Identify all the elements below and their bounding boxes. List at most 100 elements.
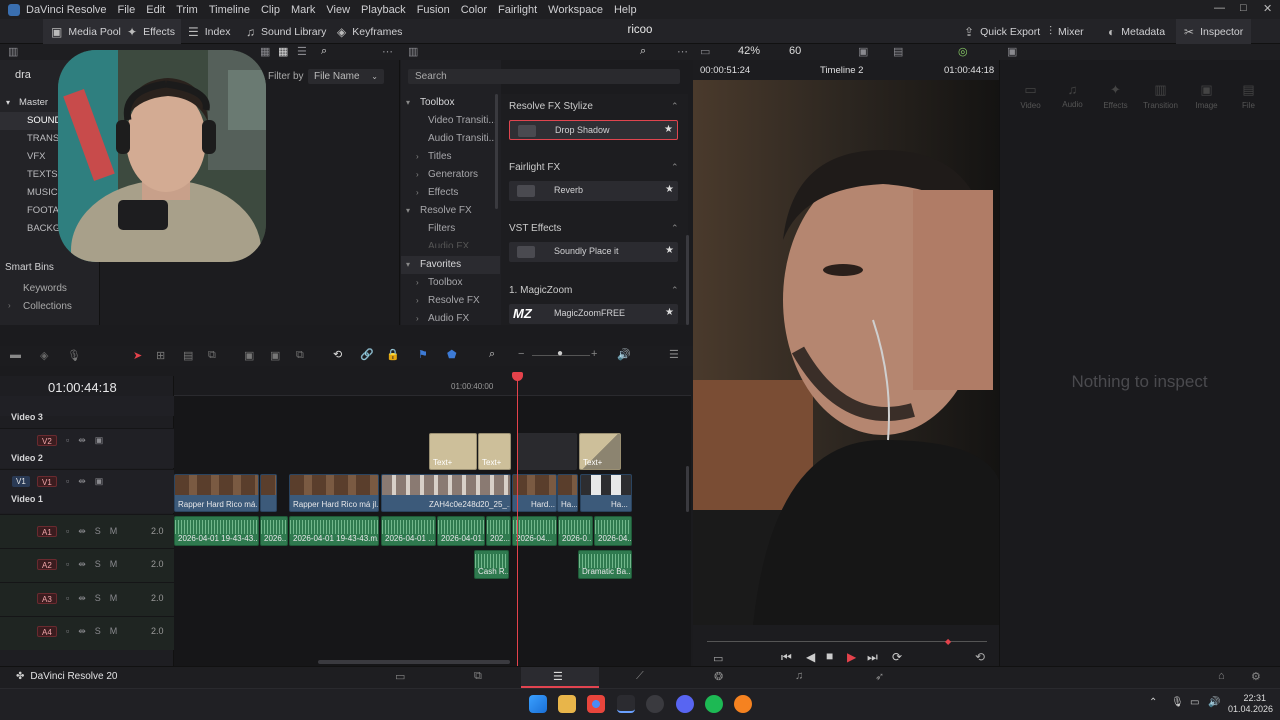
- effect-soundly-place-it[interactable]: Soundly Place it ★: [509, 242, 678, 262]
- thumbnail-view-icon[interactable]: ▦: [260, 45, 270, 58]
- star-icon[interactable]: ★: [664, 124, 673, 135]
- network-icon[interactable]: ▭: [1190, 697, 1199, 708]
- track-controls-v2[interactable]: ▫⇹▣: [66, 435, 112, 446]
- microphone-icon[interactable]: 🎙: [67, 349, 81, 362]
- insert-clip-icon[interactable]: ▣: [244, 349, 254, 362]
- audio-clip[interactable]: Dramatic Ba...: [578, 550, 632, 579]
- flag-icon[interactable]: ⚑: [418, 348, 428, 361]
- transform-icon[interactable]: ▤: [893, 45, 903, 58]
- menu-fusion[interactable]: Fusion: [417, 4, 450, 16]
- timeline-name[interactable]: Timeline 2: [820, 65, 863, 76]
- system-clock[interactable]: 22:31 01.04.2026: [1228, 693, 1273, 715]
- track-controls-a2[interactable]: ▫⇹SM: [66, 559, 126, 570]
- timeline-v-scrollbar[interactable]: [686, 466, 689, 512]
- linked-selection-icon[interactable]: 🔗: [360, 348, 374, 361]
- page-fairlight-icon[interactable]: ♫: [795, 670, 803, 682]
- timeline-view-icon[interactable]: ▬: [10, 349, 21, 361]
- inspector-tab-transition[interactable]: ▥ Transition: [1138, 82, 1183, 110]
- chevron-up-icon[interactable]: ⌃: [671, 101, 679, 112]
- tree-filters[interactable]: Filters: [401, 220, 500, 238]
- track-controls-a1[interactable]: ▫⇹SM: [66, 526, 126, 537]
- page-deliver-icon[interactable]: ➶: [875, 670, 884, 683]
- track-id-a1[interactable]: A1: [37, 526, 57, 537]
- tray-expand-icon[interactable]: ⌃: [1149, 697, 1157, 708]
- audio-clip[interactable]: 2026-04-01 19-43-43.m...: [289, 516, 379, 546]
- inspector-tab-effects[interactable]: ✦ Effects: [1093, 82, 1138, 110]
- loop-icon[interactable]: ⟳: [892, 650, 902, 664]
- star-icon[interactable]: ★: [665, 307, 674, 318]
- inspector-tab-file[interactable]: ▤ File: [1226, 82, 1271, 110]
- chrome-icon[interactable]: [587, 695, 605, 713]
- effect-reverb[interactable]: Reverb ★: [509, 181, 678, 201]
- menu-help[interactable]: Help: [614, 4, 637, 16]
- menu-edit[interactable]: Edit: [146, 4, 165, 16]
- audio-clip[interactable]: 2026-0...: [558, 516, 593, 546]
- menu-workspace[interactable]: Workspace: [548, 4, 603, 16]
- text-clip[interactable]: Text+: [429, 433, 477, 470]
- tree-titles[interactable]: › Titles: [401, 148, 500, 166]
- inspector-layout-icon[interactable]: ▣: [1007, 45, 1017, 58]
- replace-clip-icon[interactable]: ⧉: [296, 349, 304, 362]
- audio-clip[interactable]: 2026-04...: [512, 516, 557, 546]
- page-color-icon[interactable]: ❂: [714, 670, 723, 683]
- menu-timeline[interactable]: Timeline: [209, 4, 250, 16]
- timeline-h-scrollbar[interactable]: [318, 660, 510, 664]
- davinci-resolve-icon[interactable]: [617, 695, 635, 713]
- effects-button[interactable]: ✦ Effects: [121, 19, 181, 44]
- minimize-icon[interactable]: —: [1214, 2, 1225, 14]
- chevron-up-icon[interactable]: ⌃: [671, 223, 679, 234]
- viewer-canvas[interactable]: [693, 80, 999, 625]
- text-clip[interactable]: Text+: [478, 433, 511, 470]
- index-button[interactable]: ☰ Index: [188, 19, 230, 44]
- stop-icon[interactable]: ■: [826, 649, 833, 663]
- zoom-level[interactable]: 42%: [738, 45, 760, 57]
- windows-start-icon[interactable]: [529, 695, 547, 713]
- selection-tool-icon[interactable]: ➤: [133, 349, 142, 362]
- audio-clip[interactable]: 2026-04-01 19-43-43...: [174, 516, 259, 546]
- discord-icon[interactable]: [676, 695, 694, 713]
- star-icon[interactable]: ★: [665, 245, 674, 256]
- spotify-icon[interactable]: [705, 695, 723, 713]
- smart-bin-keywords[interactable]: Keywords: [23, 283, 67, 294]
- effects-panel-toggle-icon[interactable]: ▥: [408, 45, 418, 58]
- menu-mark[interactable]: Mark: [291, 4, 315, 16]
- effects-search-input[interactable]: Search: [408, 69, 680, 84]
- maximize-icon[interactable]: □: [1240, 2, 1247, 14]
- track-controls-a4[interactable]: ▫⇹SM: [66, 626, 126, 637]
- audio-clip[interactable]: 202...: [486, 516, 511, 546]
- menu-file[interactable]: File: [118, 4, 136, 16]
- file-explorer-icon[interactable]: [558, 695, 576, 713]
- chevron-up-icon[interactable]: ⌃: [671, 285, 679, 296]
- track-id-a2[interactable]: A2: [37, 559, 57, 570]
- quick-export-button[interactable]: ⇪ Quick Export: [964, 19, 1040, 44]
- page-fusion-icon[interactable]: ⟋: [636, 670, 644, 683]
- fav-resolve-fx[interactable]: › Resolve FX: [401, 292, 500, 310]
- tree-audio-transitions[interactable]: Audio Transiti...: [401, 130, 500, 148]
- pool-search-icon[interactable]: ⌕: [321, 45, 327, 58]
- menu-trim[interactable]: Trim: [176, 4, 198, 16]
- speaker-icon[interactable]: 🔊: [1208, 697, 1220, 708]
- scrubber-playhead-icon[interactable]: ◆: [945, 637, 951, 646]
- skip-back-icon[interactable]: ⏮: [781, 650, 792, 665]
- video-clip[interactable]: Rapper Hard Rico má jl...: [289, 474, 379, 512]
- volume-icon[interactable]: 🔊: [617, 348, 631, 361]
- audio-clip[interactable]: 2026-04...: [594, 516, 632, 546]
- zoom-in-icon[interactable]: +: [591, 348, 597, 360]
- chevron-right-icon[interactable]: ›: [8, 301, 11, 310]
- timeline-timecode[interactable]: 01:00:44:18: [48, 380, 117, 395]
- video-clip[interactable]: Ha...: [580, 474, 632, 512]
- track-controls-a3[interactable]: ▫⇹SM: [66, 593, 126, 604]
- audio-clip[interactable]: Cash R...: [474, 550, 509, 579]
- source-patch-v1[interactable]: V1: [12, 476, 30, 487]
- playhead-line[interactable]: [517, 376, 518, 666]
- page-cut-icon[interactable]: ⧉: [474, 670, 482, 683]
- video-clip[interactable]: [260, 474, 277, 512]
- smart-bin-collections[interactable]: Collections: [23, 301, 72, 312]
- overwrite-clip-icon[interactable]: ▣: [270, 349, 280, 362]
- audio-meter-icon[interactable]: ◈: [40, 349, 48, 362]
- lock-icon[interactable]: 🔒: [386, 348, 400, 361]
- tree-favorites[interactable]: ▾ Favorites: [401, 256, 500, 274]
- viewer-mode-icon[interactable]: ▣: [858, 45, 868, 58]
- track-controls-v1[interactable]: ▫⇹▣: [66, 476, 112, 487]
- dynamic-trim-icon[interactable]: ▤: [183, 349, 193, 362]
